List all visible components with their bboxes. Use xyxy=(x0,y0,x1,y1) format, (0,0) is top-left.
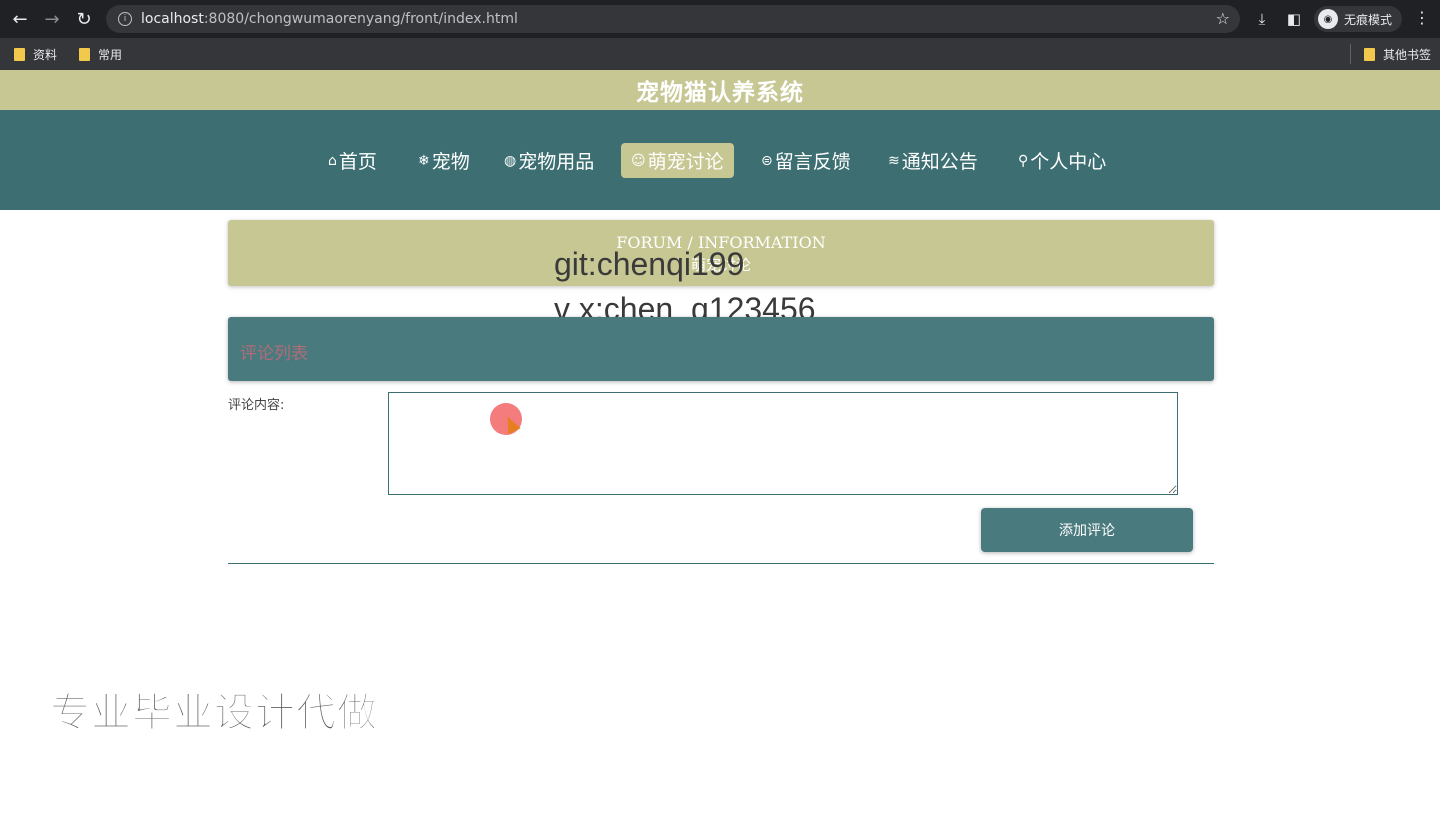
message-icon: ⊜ xyxy=(761,152,773,169)
layers-icon: ≋ xyxy=(888,152,900,169)
nav-label: 宠物用品 xyxy=(518,151,595,173)
nav-home[interactable]: ⌂ 首页 xyxy=(318,143,387,178)
other-bookmarks-label: 其他书签 xyxy=(1383,48,1432,62)
download-icon[interactable]: ⤓ xyxy=(1250,7,1274,31)
bookmark-label: 常用 xyxy=(98,48,123,62)
bookmarks-divider xyxy=(1350,44,1351,64)
user-icon: ⚲ xyxy=(1018,152,1029,169)
divider xyxy=(228,563,1214,564)
nav-pet-discussion[interactable]: ☺ 萌宠讨论 xyxy=(621,143,734,178)
main-nav: ⌂ 首页 ❄ 宠物 ◍ 宠物用品 ☺ 萌宠讨论 ⊜ 留言反馈 ≋ 通知公告 ⚲ … xyxy=(0,110,1440,210)
folder-icon xyxy=(79,48,90,61)
incognito-badge[interactable]: ◉ 无痕模式 xyxy=(1314,6,1403,32)
comment-list-title: 评论列表 xyxy=(240,344,308,364)
nav-label: 留言反馈 xyxy=(774,151,851,173)
globe-icon: ◍ xyxy=(504,152,517,169)
snowflake-icon: ❄ xyxy=(418,152,430,169)
bookmark-star-icon[interactable]: ☆ xyxy=(1216,9,1230,28)
promo-overlay-text: 专业毕业设计代做 xyxy=(50,690,378,737)
smile-icon: ☺ xyxy=(631,152,646,169)
more-menu-icon[interactable]: ⋮ xyxy=(1414,8,1430,27)
nav-label: 首页 xyxy=(338,151,377,173)
other-bookmarks-folder[interactable]: 其他书签 xyxy=(1364,46,1431,63)
nav-pets[interactable]: ❄ 宠物 xyxy=(408,143,480,178)
back-arrow-icon[interactable]: ← xyxy=(4,3,36,35)
add-comment-button[interactable]: 添加评论 xyxy=(981,508,1193,552)
nav-label: 个人中心 xyxy=(1030,151,1107,173)
bookmark-folder[interactable]: 资料 xyxy=(14,46,57,63)
watermark-line: git:chenqi199 xyxy=(554,246,745,282)
site-title: 宠物猫认养系统 xyxy=(636,80,804,106)
address-bar[interactable]: i localhost:8080/chongwumaorenyang/front… xyxy=(106,5,1240,33)
url-path: :8080/chongwumaorenyang/front/index.html xyxy=(203,11,518,27)
nav-notices[interactable]: ≋ 通知公告 xyxy=(878,143,988,178)
forward-arrow-icon[interactable]: → xyxy=(36,3,68,35)
url-host: localhost xyxy=(141,11,204,27)
site-title-bar: 宠物猫认养系统 xyxy=(0,70,1440,110)
bookmark-folder[interactable]: 常用 xyxy=(79,46,122,63)
reload-icon[interactable]: ↻ xyxy=(68,3,100,35)
comment-content-label: 评论内容: xyxy=(228,398,285,413)
folder-icon xyxy=(1364,48,1375,61)
info-icon[interactable]: i xyxy=(118,12,132,26)
home-icon: ⌂ xyxy=(328,152,337,169)
nav-feedback[interactable]: ⊜ 留言反馈 xyxy=(751,143,861,178)
incognito-icon: ◉ xyxy=(1318,9,1338,29)
bookmarks-bar: 资料 常用 其他书签 xyxy=(0,38,1440,70)
nav-pet-supplies[interactable]: ◍ 宠物用品 xyxy=(494,143,604,178)
nav-label: 宠物 xyxy=(431,151,470,173)
comment-list-bar: 评论列表 xyxy=(228,317,1214,381)
nav-user-center[interactable]: ⚲ 个人中心 xyxy=(1008,143,1116,178)
nav-label: 萌宠讨论 xyxy=(647,151,724,173)
side-panel-icon[interactable]: ◧ xyxy=(1282,7,1306,31)
nav-label: 通知公告 xyxy=(901,151,978,173)
browser-toolbar: ← → ↻ i localhost:8080/chongwumaorenyang… xyxy=(0,0,1440,38)
bookmark-label: 资料 xyxy=(33,48,58,62)
folder-icon xyxy=(14,48,25,61)
incognito-label: 无痕模式 xyxy=(1344,12,1393,27)
